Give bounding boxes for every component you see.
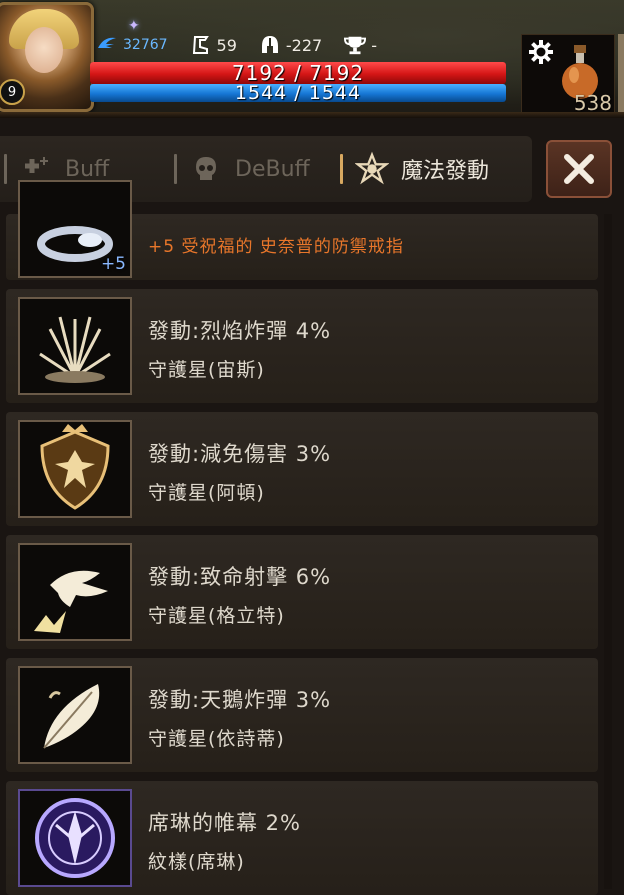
potion-count: 538 <box>573 91 612 115</box>
item-source: 守護星(依詩蒂) <box>148 728 285 750</box>
skull-icon <box>189 152 223 186</box>
armor-value: -227 <box>285 35 323 55</box>
trophy-stat: - <box>344 34 377 56</box>
portrait-face <box>25 27 63 73</box>
tab-buff-label: Buff <box>65 156 110 182</box>
close-icon <box>564 154 594 184</box>
boot-icon <box>190 34 212 56</box>
character-portrait[interactable]: 9 <box>0 2 94 112</box>
hud-edge <box>618 34 624 114</box>
item-title: 發動:烈焰炸彈 4% <box>148 319 332 343</box>
enhance-badge: +5 <box>100 254 126 274</box>
item-title: 發動:天鵝炸彈 3% <box>148 688 332 712</box>
item-source: 守護星(宙斯) <box>148 359 265 381</box>
item-source: 紋樣(席琳) <box>148 851 245 873</box>
magic-star-icon <box>355 151 389 186</box>
hp-bar: 7192 / 7192 <box>90 62 506 84</box>
wing-icon <box>96 34 118 56</box>
list-item[interactable]: 發動:烈焰炸彈 4% 守護星(宙斯) <box>6 289 598 403</box>
speed-stat: 32767 <box>96 34 168 56</box>
item-title: 席琳的帷幕 2% <box>148 811 301 835</box>
mp-bar: 1544 / 1544 <box>90 84 506 102</box>
item-title: 發動:致命射擊 6% <box>148 565 332 589</box>
item-title: 發動:減免傷害 3% <box>148 442 332 466</box>
mp-text: 1544 / 1544 <box>234 84 362 102</box>
tab-active-marker <box>340 154 343 184</box>
tab-magic-label: 魔法發動 <box>401 159 490 184</box>
list-item[interactable]: 發動:天鵝炸彈 3% 守護星(依詩蒂) <box>6 658 598 772</box>
list-item-ring[interactable]: +5 +5 受祝福的 史奈普的防禦戒指 <box>6 180 598 280</box>
stat-row: 32767 59 -227 - <box>96 34 399 56</box>
list-item[interactable]: 發動:致命射擊 6% 守護星(格立特) <box>6 535 598 649</box>
list-item[interactable]: 席琳的帷幕 2% 紋樣(席琳) <box>6 781 598 895</box>
trophy-value: - <box>371 35 377 55</box>
gear-icon[interactable] <box>528 39 554 65</box>
ring-thumbnail: +5 <box>18 180 132 278</box>
armor-stat: -227 <box>259 34 322 56</box>
eagle-shot-icon <box>18 543 132 641</box>
hp-text: 7192 / 7192 <box>231 62 365 84</box>
close-button[interactable] <box>546 140 612 198</box>
tab-separator <box>4 154 7 184</box>
move-stat: 59 <box>190 34 237 56</box>
damage-shield-icon <box>18 420 132 518</box>
list-scrollbar[interactable] <box>604 214 612 889</box>
item-enhance-label: +5 受祝福的 史奈普的防禦戒指 <box>148 237 404 257</box>
feather-icon <box>18 666 132 764</box>
sparkle-icon: ✦ <box>128 18 140 34</box>
tab-magic-trigger[interactable]: 魔法發動 <box>340 136 489 202</box>
item-source: 守護星(阿頓) <box>148 482 265 504</box>
speed-value: 32767 <box>123 37 168 53</box>
tab-separator <box>174 154 177 184</box>
move-value: 59 <box>216 35 237 55</box>
sealing-curtain-icon <box>18 789 132 887</box>
helmet-icon <box>259 34 281 56</box>
tab-debuff[interactable]: DeBuff <box>174 136 340 202</box>
item-source: 守護星(格立特) <box>148 605 285 627</box>
status-hud: 9 ✦ 32767 59 -227 - 7192 / 7192 1544 / 1… <box>0 0 624 118</box>
potion-quickslot[interactable]: 538 <box>521 34 615 116</box>
tab-debuff-label: DeBuff <box>235 156 310 182</box>
list-item[interactable]: 發動:減免傷害 3% 守護星(阿頓) <box>6 412 598 526</box>
trophy-icon <box>344 34 367 56</box>
flame-bomb-icon <box>18 297 132 395</box>
level-badge: 9 <box>0 79 25 105</box>
